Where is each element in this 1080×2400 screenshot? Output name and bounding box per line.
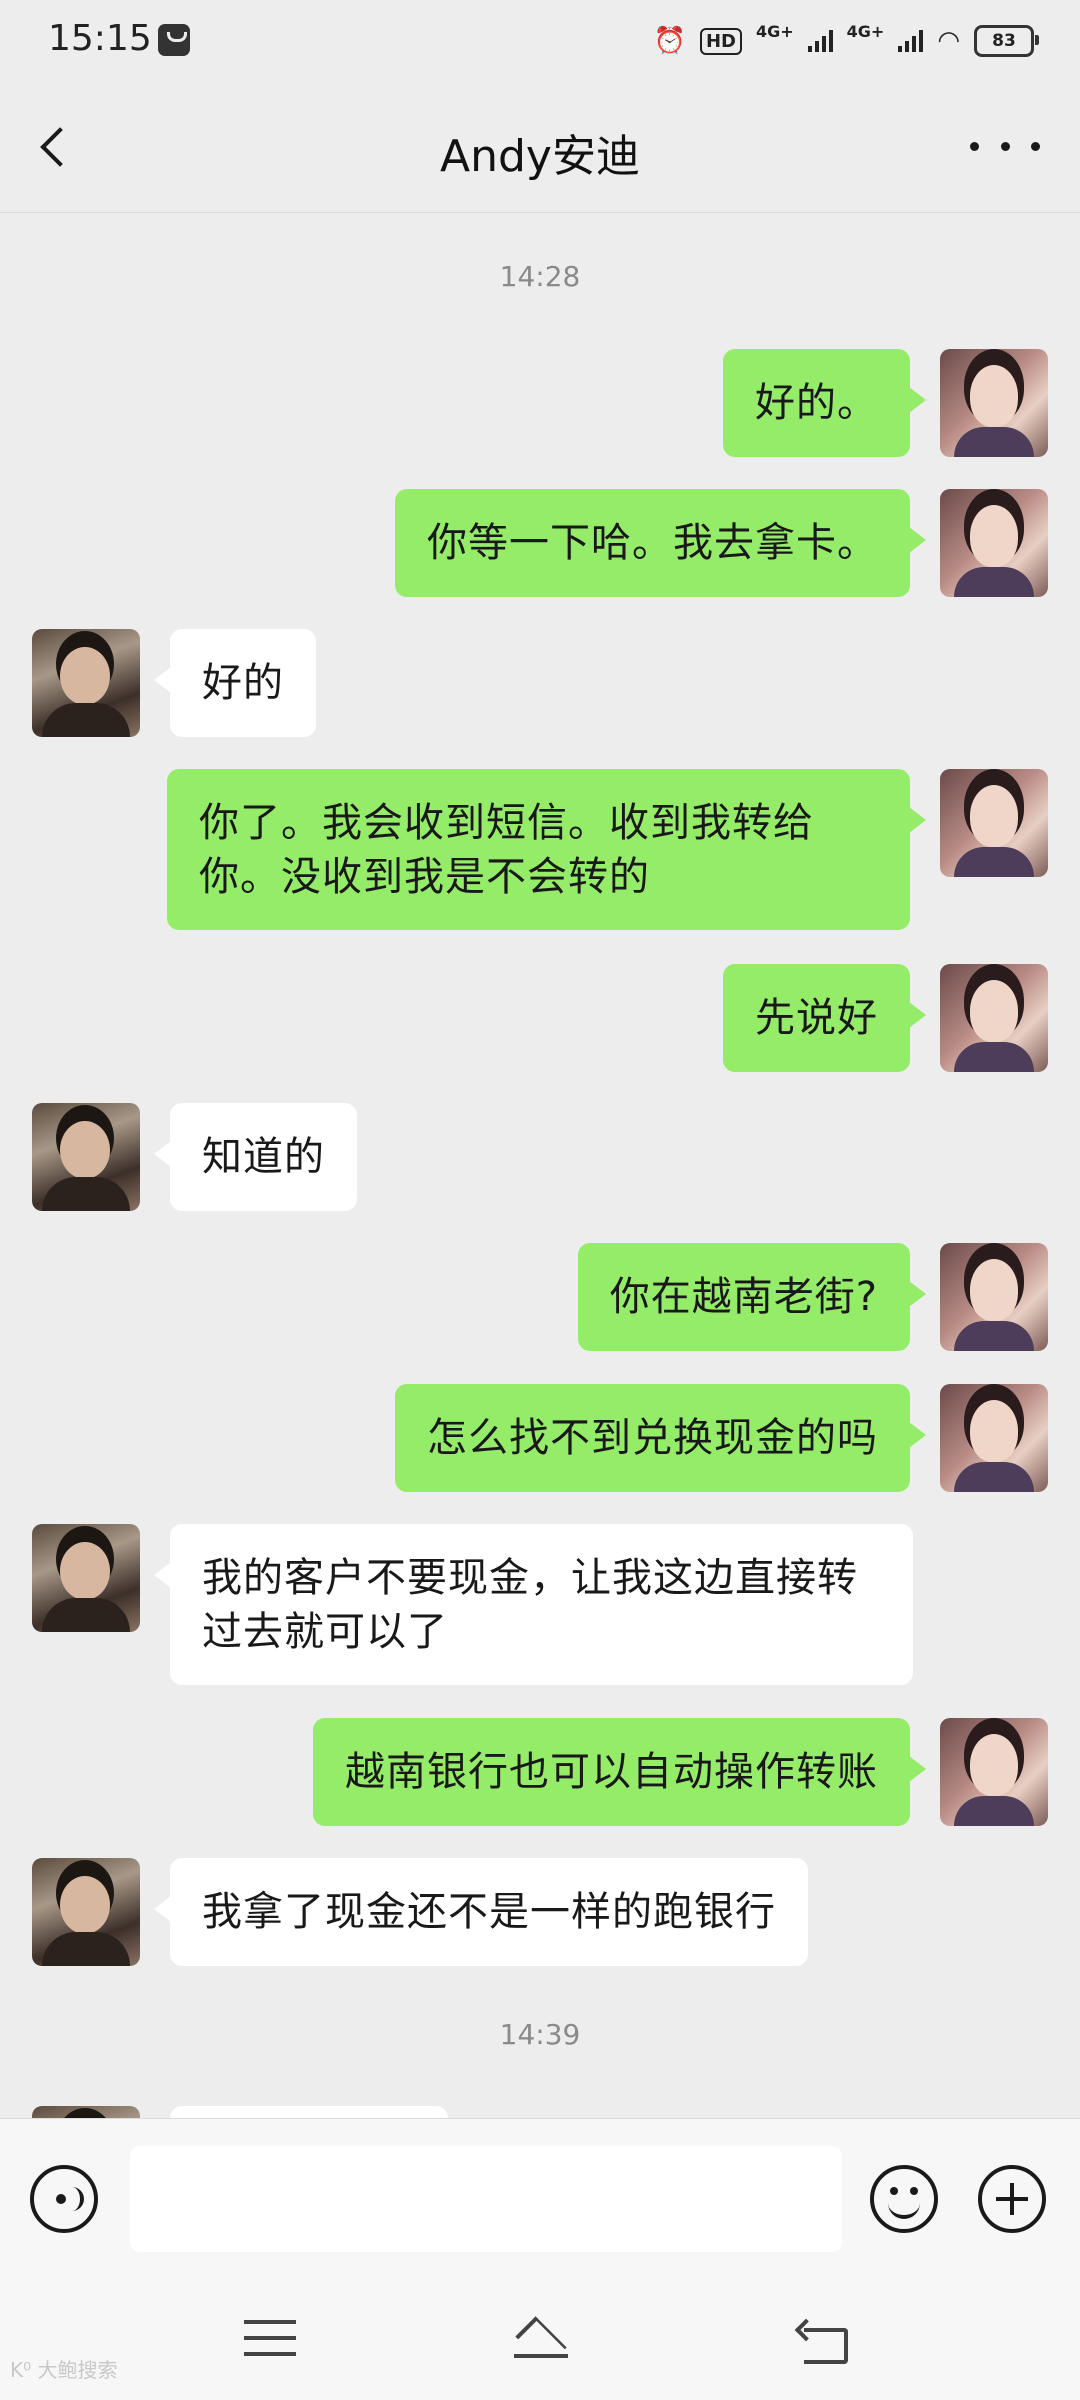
avatar[interactable] xyxy=(940,1718,1048,1826)
avatar[interactable] xyxy=(940,964,1048,1072)
network-type-1: 4G+ xyxy=(755,21,794,41)
message-bubble[interactable]: 知道的 xyxy=(154,1103,357,1211)
status-time: 15:15 xyxy=(48,18,152,59)
message-row: 你了。我会收到短信。收到我转给你。没收到我是不会转的 xyxy=(0,769,1080,930)
message-bubble[interactable]: 越南银行也可以自动操作转账 xyxy=(313,1718,926,1826)
network-type-2: 4G+ xyxy=(846,21,885,41)
battery-level: 83 xyxy=(992,31,1016,51)
alarm-icon: ⏰ xyxy=(653,26,686,56)
message-row: 好的 xyxy=(0,629,1080,737)
more-dots-icon xyxy=(1000,141,1010,151)
avatar[interactable] xyxy=(940,1243,1048,1351)
chat-header: Andy安迪 xyxy=(0,82,1080,213)
message-bubble[interactable]: 怎么找不到兑换现金的吗 xyxy=(395,1384,926,1492)
more-dots-icon xyxy=(1031,141,1040,151)
wifi-icon: ◠ xyxy=(937,26,960,56)
message-bubble[interactable]: 好的。 xyxy=(723,349,926,457)
message-bubble[interactable]: 好的 xyxy=(154,629,316,737)
message-bubble[interactable] xyxy=(170,2106,448,2118)
avatar[interactable] xyxy=(32,1524,140,1632)
message-bubble[interactable]: 你在越南老街? xyxy=(577,1243,927,1351)
voice-icon[interactable] xyxy=(30,2165,98,2233)
message-input[interactable] xyxy=(130,2146,842,2252)
home-icon[interactable] xyxy=(506,2316,576,2364)
menu-icon[interactable] xyxy=(244,2320,296,2360)
message-bubble[interactable]: 我的客户不要现金，让我这边直接转过去就可以了 xyxy=(154,1524,913,1685)
notification-icon xyxy=(158,24,190,56)
plus-icon[interactable] xyxy=(978,2165,1046,2233)
message-row-partial xyxy=(0,2106,1080,2118)
message-bubble[interactable]: 我拿了现金还不是一样的跑银行 xyxy=(154,1858,808,1966)
message-bubble[interactable]: 你等一下哈。我去拿卡。 xyxy=(395,489,926,597)
signal-icon xyxy=(807,30,833,52)
message-row: 我的客户不要现金，让我这边直接转过去就可以了 xyxy=(0,1524,1080,1685)
message-row: 我拿了现金还不是一样的跑银行 xyxy=(0,1858,1080,1966)
avatar[interactable] xyxy=(940,349,1048,457)
chat-title: Andy安迪 xyxy=(440,131,640,182)
message-row: 怎么找不到兑换现金的吗 xyxy=(0,1384,1080,1492)
status-icons: ⏰ HD 4G+ 4G+ ◠ 83 xyxy=(653,20,1039,62)
system-nav-bar: K⁰ 大鲍搜索 xyxy=(0,2282,1080,2400)
message-list[interactable]: 14:28 好的。 你等一下哈。我去拿卡。 好的 你了。我会收到短信。收到我转给… xyxy=(0,213,1080,2118)
message-row: 好的。 xyxy=(0,349,1080,457)
avatar[interactable] xyxy=(32,1103,140,1211)
avatar[interactable] xyxy=(32,629,140,737)
back-nav-icon[interactable] xyxy=(796,2318,848,2364)
message-row: 你在越南老街? xyxy=(0,1243,1080,1351)
watermark: K⁰ 大鲍搜索 xyxy=(10,2358,118,2382)
timestamp: 14:28 xyxy=(499,260,581,293)
avatar[interactable] xyxy=(940,489,1048,597)
emoji-icon[interactable] xyxy=(870,2165,938,2233)
message-bubble[interactable]: 你了。我会收到短信。收到我转给你。没收到我是不会转的 xyxy=(167,769,926,930)
message-row: 知道的 xyxy=(0,1103,1080,1211)
timestamp: 14:39 xyxy=(499,2018,581,2051)
more-options-button[interactable] xyxy=(970,126,1040,166)
message-bubble[interactable]: 先说好 xyxy=(723,964,926,1072)
message-row: 先说好 xyxy=(0,964,1080,1072)
avatar[interactable] xyxy=(940,1384,1048,1492)
more-dots-icon xyxy=(970,141,979,151)
input-bar xyxy=(0,2118,1080,2283)
battery-icon: 83 xyxy=(974,25,1039,57)
hd-badge: HD xyxy=(699,27,742,55)
message-row: 你等一下哈。我去拿卡。 xyxy=(0,489,1080,597)
signal-icon xyxy=(898,30,924,52)
avatar[interactable] xyxy=(32,1858,140,1966)
status-bar: 15:15 ⏰ HD 4G+ 4G+ ◠ 83 xyxy=(0,0,1080,82)
message-row: 越南银行也可以自动操作转账 xyxy=(0,1718,1080,1826)
avatar[interactable] xyxy=(32,2106,140,2118)
avatar[interactable] xyxy=(940,769,1048,877)
